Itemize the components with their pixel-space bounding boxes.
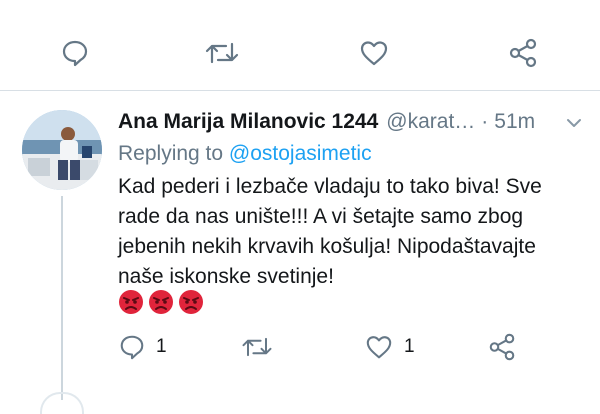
- next-tweet-avatar[interactable]: [40, 392, 84, 414]
- replying-prefix: Replying to: [118, 142, 224, 165]
- retweet-icon: [242, 337, 272, 357]
- retweet-button[interactable]: [202, 33, 242, 73]
- tweet-text-line: naše iskonske svetinje!: [118, 265, 334, 288]
- share-icon: [509, 38, 537, 68]
- angry-face-emoji: [179, 290, 203, 314]
- chevron-down-icon: [567, 119, 581, 127]
- tweet-time[interactable]: 51m: [494, 110, 535, 134]
- author-handle[interactable]: @karat…: [386, 110, 475, 134]
- separator-dot: ·: [481, 110, 489, 133]
- angry-face-emoji: [119, 290, 143, 314]
- retweet-button[interactable]: [239, 327, 285, 367]
- reply-button[interactable]: [60, 33, 90, 73]
- tweet-actions: 1 1: [0, 327, 600, 367]
- heart-icon: [360, 41, 388, 66]
- reply-count: 1: [156, 336, 167, 357]
- previous-tweet-actions: [0, 33, 600, 73]
- replying-to: Replying to @ostojasimetic: [118, 142, 372, 166]
- tweet-text-line: jebenih nekih krvavih košulja! Nipodašta…: [118, 235, 536, 258]
- like-button[interactable]: [358, 33, 390, 73]
- reply-icon: [62, 40, 88, 67]
- tweet-text-line: rade da nas unište!!! A vi šetajte samo …: [118, 205, 524, 228]
- share-button[interactable]: [487, 327, 517, 367]
- retweet-icon: [205, 42, 239, 64]
- like-button[interactable]: 1: [364, 327, 415, 367]
- tweet-divider: [0, 90, 600, 91]
- replying-to-link[interactable]: @ostojasimetic: [229, 142, 372, 165]
- tweet-header: Ana Marija Milanovic 1244 @karat… · 51m: [118, 107, 588, 137]
- author-name[interactable]: Ana Marija Milanovic 1244: [118, 110, 378, 134]
- more-options-button[interactable]: [564, 113, 584, 138]
- share-icon: [489, 333, 515, 361]
- reply-icon: [120, 335, 144, 360]
- emoji-group: [118, 289, 204, 315]
- share-button[interactable]: [507, 33, 539, 73]
- angry-face-emoji: [149, 290, 173, 314]
- like-count: 1: [404, 336, 415, 357]
- avatar-photo: [22, 110, 102, 190]
- tweet-text: Kad pederi i lezbače vladaju to tako biv…: [118, 172, 588, 292]
- reply-button[interactable]: 1: [118, 327, 167, 367]
- avatar[interactable]: [22, 110, 102, 190]
- thread-line: [61, 196, 63, 400]
- tweet-text-line: Kad pederi i lezbače vladaju to tako biv…: [118, 175, 542, 198]
- heart-icon: [366, 336, 392, 359]
